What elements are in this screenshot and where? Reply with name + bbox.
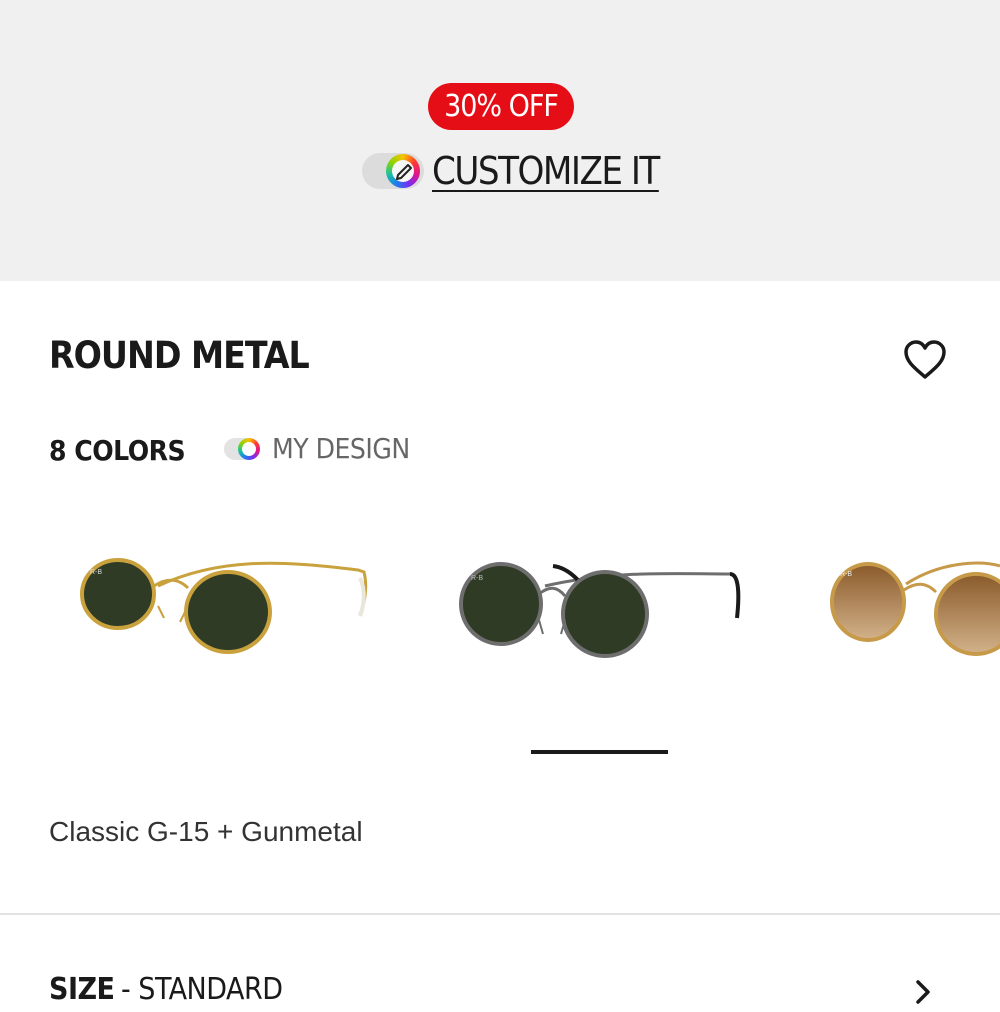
size-label: SIZE <box>49 972 115 1007</box>
customize-icon <box>362 151 426 191</box>
chevron-right-icon <box>916 980 930 1004</box>
my-design-link[interactable]: MY DESIGN <box>224 432 410 465</box>
variant-thumbnail-brown[interactable]: R-B <box>830 548 1000 668</box>
carousel-indicator <box>531 750 668 754</box>
customize-icon <box>224 436 262 462</box>
size-value: - STANDARD <box>121 972 283 1007</box>
heart-icon[interactable] <box>902 337 948 383</box>
colors-count: 8 COLORS <box>49 434 186 467</box>
variant-thumbnail-gold[interactable]: R-B <box>78 548 378 668</box>
discount-badge: 30% OFF <box>428 83 574 130</box>
product-title: ROUND METAL <box>49 334 310 377</box>
variant-thumbnail-gunmetal[interactable]: R-B <box>455 550 755 670</box>
customize-it-link[interactable]: CUSTOMIZE IT <box>362 148 660 194</box>
section-divider <box>0 913 1000 915</box>
promo-banner: 30% OFF CUSTOMIZE IT <box>0 0 1000 281</box>
svg-text:R-B: R-B <box>471 575 483 582</box>
customize-it-label[interactable]: CUSTOMIZE IT <box>432 149 660 193</box>
selected-variant-name: Classic G-15 + Gunmetal <box>49 816 363 847</box>
svg-text:R-B: R-B <box>90 569 102 576</box>
svg-text:R-B: R-B <box>840 571 852 578</box>
size-selector[interactable]: SIZE - STANDARD <box>49 972 949 1012</box>
my-design-label[interactable]: MY DESIGN <box>272 432 410 465</box>
